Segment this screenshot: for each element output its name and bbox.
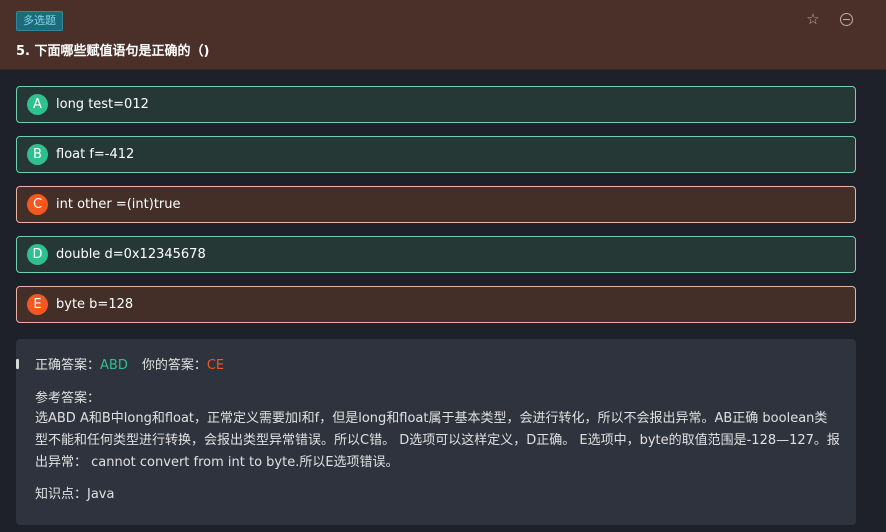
option-text: byte b=128 (56, 297, 134, 312)
option-letter: A (27, 94, 48, 115)
correct-answer-value: ABD (100, 358, 128, 373)
option-letter: B (27, 144, 48, 165)
panel-marker (16, 359, 19, 369)
question-header: 多选题 5. 下面哪些赋值语句是正确的（) ☆ (0, 0, 886, 70)
option-text: double d=0x12345678 (56, 247, 206, 262)
your-answer-label: 你的答案： (141, 358, 207, 373)
option-text: long test=012 (56, 97, 149, 112)
your-answer-value: CE (206, 358, 225, 373)
option-a[interactable]: A long test=012 (16, 86, 856, 123)
question-type-badge: 多选题 (16, 11, 63, 31)
option-d[interactable]: D double d=0x12345678 (16, 236, 856, 273)
option-text: int other =(int)true (56, 197, 181, 212)
reference-answer-label: 参考答案： (35, 391, 101, 406)
answer-summary: 正确答案：ABD 你的答案：CE (35, 356, 836, 376)
question-title: 5. 下面哪些赋值语句是正确的（) (16, 44, 210, 59)
option-letter: E (27, 294, 48, 315)
reference-answer-text: 选ABD A和B中long和float，正常定义需要加l和f，但是long和fl… (35, 411, 840, 470)
option-letter: C (27, 194, 48, 215)
option-text: float f=-412 (56, 147, 135, 162)
options-list: A long test=012 B float f=-412 C int oth… (16, 86, 856, 336)
correct-answer-label: 正确答案： (35, 358, 101, 373)
knowledge-point: 知识点：Java (35, 487, 115, 502)
option-letter: D (27, 244, 48, 265)
star-icon[interactable]: ☆ (804, 10, 822, 28)
option-b[interactable]: B float f=-412 (16, 136, 856, 173)
minus-circle-icon[interactable] (837, 10, 855, 28)
option-e[interactable]: E byte b=128 (16, 286, 856, 323)
answer-analysis-panel: 正确答案：ABD 你的答案：CE 参考答案： 选ABD A和B中long和floa… (16, 339, 856, 525)
option-c[interactable]: C int other =(int)true (16, 186, 856, 223)
